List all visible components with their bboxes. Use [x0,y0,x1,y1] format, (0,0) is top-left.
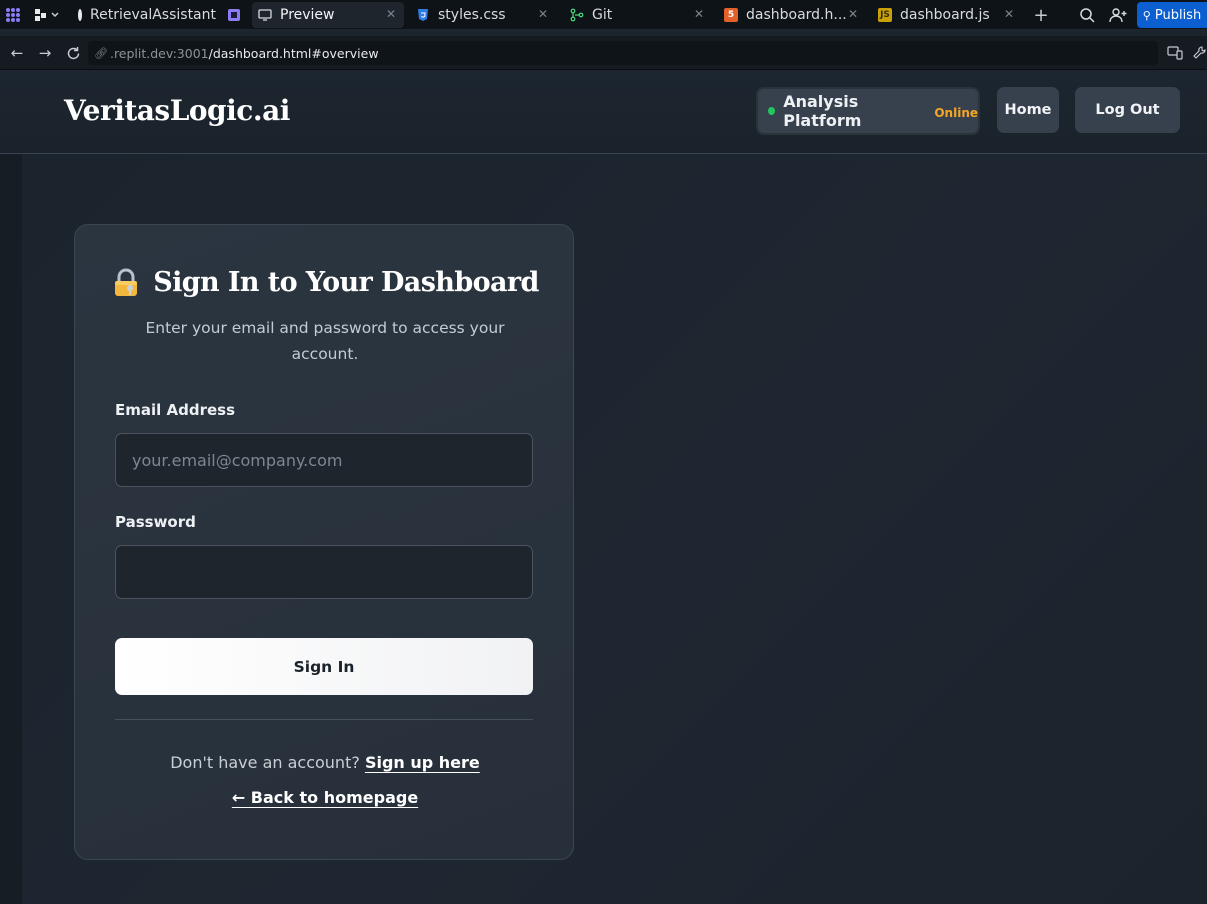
html-file-icon: 5 [724,8,738,22]
lock-key-icon [111,268,141,298]
tab-label: RetrievalAssistant [90,7,216,23]
status-dot [768,107,776,115]
url-host: .replit.dev:3001 [109,45,209,61]
tab-styles-css[interactable]: styles.css ✕ [410,2,556,28]
tab-label: dashboard.js [900,7,990,23]
url-path: /dashboard.html#overview [208,45,379,61]
tab-git[interactable]: Git ✕ [564,2,712,28]
password-field[interactable] [115,545,533,599]
site-header: VeritasLogic.ai Analysis Platform Online… [0,70,1207,154]
js-file-icon: JS [878,8,892,22]
search-icon[interactable] [1078,6,1096,24]
platform-label: Analysis Platform [783,92,862,130]
repl-icon [78,9,82,21]
signup-link[interactable]: Sign up here [365,753,480,772]
forward-arrow-icon[interactable]: → [36,44,54,62]
tab-retrieval-assistant[interactable]: RetrievalAssistant [72,2,222,28]
signup-prompt-line: Don't have an account? Sign up here [75,753,575,772]
login-title-text: Sign In to Your Dashboard [153,267,539,298]
close-icon[interactable]: ✕ [1004,7,1014,21]
status-badge: Online [934,105,978,120]
publish-button[interactable]: ⚲ Publish [1137,2,1207,28]
close-icon[interactable]: ✕ [386,7,396,21]
password-label: Password [115,513,196,531]
css-file-icon [416,8,430,22]
email-label: Email Address [115,401,236,419]
agent-icon[interactable] [226,6,242,24]
reload-icon[interactable] [64,44,82,62]
link-icon: 🔗︎ [94,46,108,60]
close-icon[interactable]: ✕ [538,7,548,21]
publish-label: Publish [1154,7,1202,23]
back-line: ← Back to homepage [75,788,575,807]
close-icon[interactable]: ✕ [848,7,858,21]
new-tab-plus-icon[interactable]: + [1032,5,1050,26]
ide-tab-bar: RetrievalAssistant Preview ✕ styles.css … [0,0,1207,30]
tab-label: dashboard.h... [746,7,847,23]
sign-in-button[interactable]: Sign In [115,638,533,695]
divider [115,719,533,720]
tab-preview[interactable]: Preview ✕ [252,2,404,28]
git-branch-icon [570,8,584,22]
close-icon[interactable]: ✕ [694,7,704,21]
home-button[interactable]: Home [997,87,1059,133]
platform-status-pill: Analysis Platform Online [756,87,980,135]
login-title: Sign In to Your Dashboard [75,267,575,298]
wrench-icon[interactable] [1191,44,1207,62]
back-to-homepage-link[interactable]: ← Back to homepage [232,788,418,807]
tab-dashboard-html[interactable]: 5 dashboard.h... ✕ [718,2,866,28]
replit-logo-icon[interactable] [4,6,22,24]
left-strip [0,154,22,904]
invite-user-icon[interactable] [1108,6,1128,24]
tab-label: Preview [280,7,335,23]
brand-logo[interactable]: VeritasLogic.ai [64,94,290,127]
logout-button[interactable]: Log Out [1075,87,1180,133]
devices-icon[interactable] [1166,44,1184,62]
url-field[interactable]: 🔗︎ .replit.dev:3001/dashboard.html#overv… [88,41,1158,65]
workspace-menu-icon[interactable] [32,6,62,24]
tab-label: Git [592,7,613,23]
signup-prompt: Don't have an account? [170,753,360,772]
monitor-icon [258,8,272,22]
back-arrow-icon[interactable]: ← [8,44,26,62]
login-subtitle: Enter your email and password to access … [145,319,505,363]
rocket-icon: ⚲ [1142,8,1151,22]
tab-label: styles.css [438,7,506,23]
login-card: Sign In to Your Dashboard Enter your ema… [74,224,574,860]
preview-address-bar: ← → 🔗︎ .replit.dev:3001/dashboard.html#o… [0,36,1207,70]
tab-dashboard-js[interactable]: JS dashboard.js ✕ [872,2,1022,28]
email-field[interactable] [115,433,533,487]
